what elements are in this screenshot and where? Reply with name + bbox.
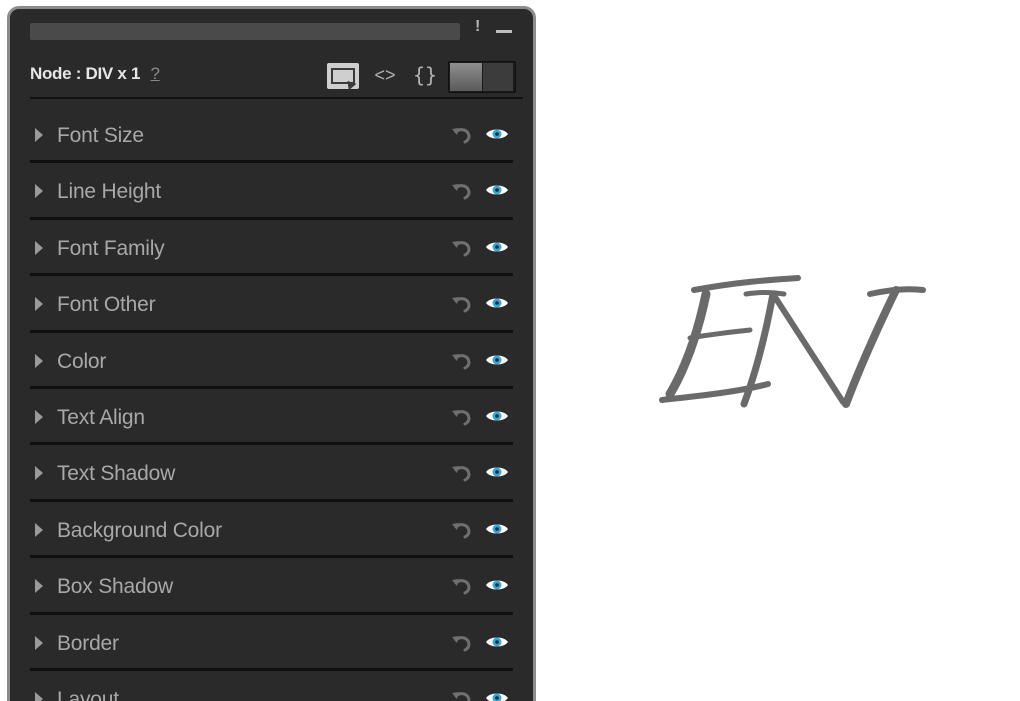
property-label: Text Align <box>57 405 145 429</box>
property-list: Font Size Line Height Font Family Font Othe… <box>30 107 513 701</box>
property-label: Font Other <box>57 293 156 317</box>
expand-triangle-icon[interactable] <box>35 579 43 594</box>
inspect-element-button[interactable] <box>327 63 359 89</box>
property-row[interactable]: Text Align <box>30 388 513 446</box>
screen: ! Node : DIV x 1 ? <> {} Font Size Line H… <box>0 0 1020 701</box>
panel-titlebar: ! <box>10 9 533 49</box>
eye-icon[interactable] <box>485 352 509 368</box>
eye-icon[interactable] <box>485 182 509 198</box>
reset-icon[interactable] <box>451 407 473 427</box>
reset-icon[interactable] <box>451 181 473 201</box>
reset-icon[interactable] <box>451 520 473 540</box>
eye-icon[interactable] <box>485 634 509 650</box>
expand-triangle-icon[interactable] <box>35 635 43 650</box>
reset-icon[interactable] <box>451 351 473 371</box>
eye-icon[interactable] <box>485 690 509 701</box>
eye-icon[interactable] <box>485 521 509 537</box>
code-view-icon[interactable]: <> <box>372 61 398 89</box>
toggle-track <box>483 63 513 91</box>
expand-triangle-icon[interactable] <box>35 691 43 701</box>
expand-triangle-icon[interactable] <box>35 184 43 199</box>
expand-triangle-icon[interactable] <box>35 466 43 481</box>
expand-triangle-icon[interactable] <box>35 409 43 424</box>
expand-triangle-icon[interactable] <box>35 240 43 255</box>
property-label: Font Family <box>57 236 165 260</box>
css-braces-icon[interactable]: {} <box>413 61 437 89</box>
reset-icon[interactable] <box>451 689 473 701</box>
reset-icon[interactable] <box>451 633 473 653</box>
property-row[interactable]: Font Family <box>30 219 513 277</box>
property-row[interactable]: Layout <box>30 670 513 701</box>
help-link[interactable]: ? <box>151 64 160 83</box>
node-label-text: Node : DIV x 1 <box>30 64 141 83</box>
en-logo <box>659 275 926 408</box>
property-row[interactable]: Box Shadow <box>30 558 513 615</box>
alert-icon[interactable]: ! <box>475 17 480 37</box>
property-label: Text Shadow <box>57 462 176 486</box>
eye-icon[interactable] <box>485 295 509 311</box>
node-toolbar: Node : DIV x 1 ? <> {} <box>30 55 523 99</box>
css-inspector-panel: ! Node : DIV x 1 ? <> {} Font Size Line H… <box>7 6 536 701</box>
property-row[interactable]: Line Height <box>30 163 513 220</box>
property-row[interactable]: Border <box>30 614 513 671</box>
property-label: Color <box>57 349 107 373</box>
property-row[interactable]: Font Size <box>30 107 513 164</box>
expand-triangle-icon[interactable] <box>35 297 43 312</box>
eye-icon[interactable] <box>485 408 509 424</box>
eye-icon[interactable] <box>485 239 509 255</box>
property-label: Font Size <box>57 124 144 147</box>
node-label: Node : DIV x 1 ? <box>30 64 160 84</box>
reset-icon[interactable] <box>451 576 473 596</box>
expand-triangle-icon[interactable] <box>35 128 43 142</box>
reset-icon[interactable] <box>451 125 473 145</box>
cursor-select-icon <box>331 68 355 84</box>
property-row[interactable]: Background Color <box>30 501 513 559</box>
reset-icon[interactable] <box>451 294 473 314</box>
property-label: Box Shadow <box>57 575 173 599</box>
panel-toggle-switch[interactable] <box>448 61 516 93</box>
eye-icon[interactable] <box>485 464 509 480</box>
expand-triangle-icon[interactable] <box>35 522 43 537</box>
property-label: Layout <box>57 687 119 701</box>
property-label: Line Height <box>57 180 162 204</box>
eye-icon[interactable] <box>485 577 509 593</box>
property-row[interactable]: Font Other <box>30 276 513 333</box>
minimize-icon[interactable] <box>496 30 512 33</box>
property-label: Border <box>57 631 119 655</box>
toggle-knob <box>450 63 482 91</box>
expand-triangle-icon[interactable] <box>35 353 43 368</box>
eye-icon[interactable] <box>485 126 509 142</box>
property-row[interactable]: Text Shadow <box>30 445 513 502</box>
reset-icon[interactable] <box>451 238 473 258</box>
property-row[interactable]: Color <box>30 332 513 389</box>
property-label: Background Color <box>57 518 222 542</box>
reset-icon[interactable] <box>451 463 473 483</box>
drag-handle[interactable] <box>30 23 460 40</box>
